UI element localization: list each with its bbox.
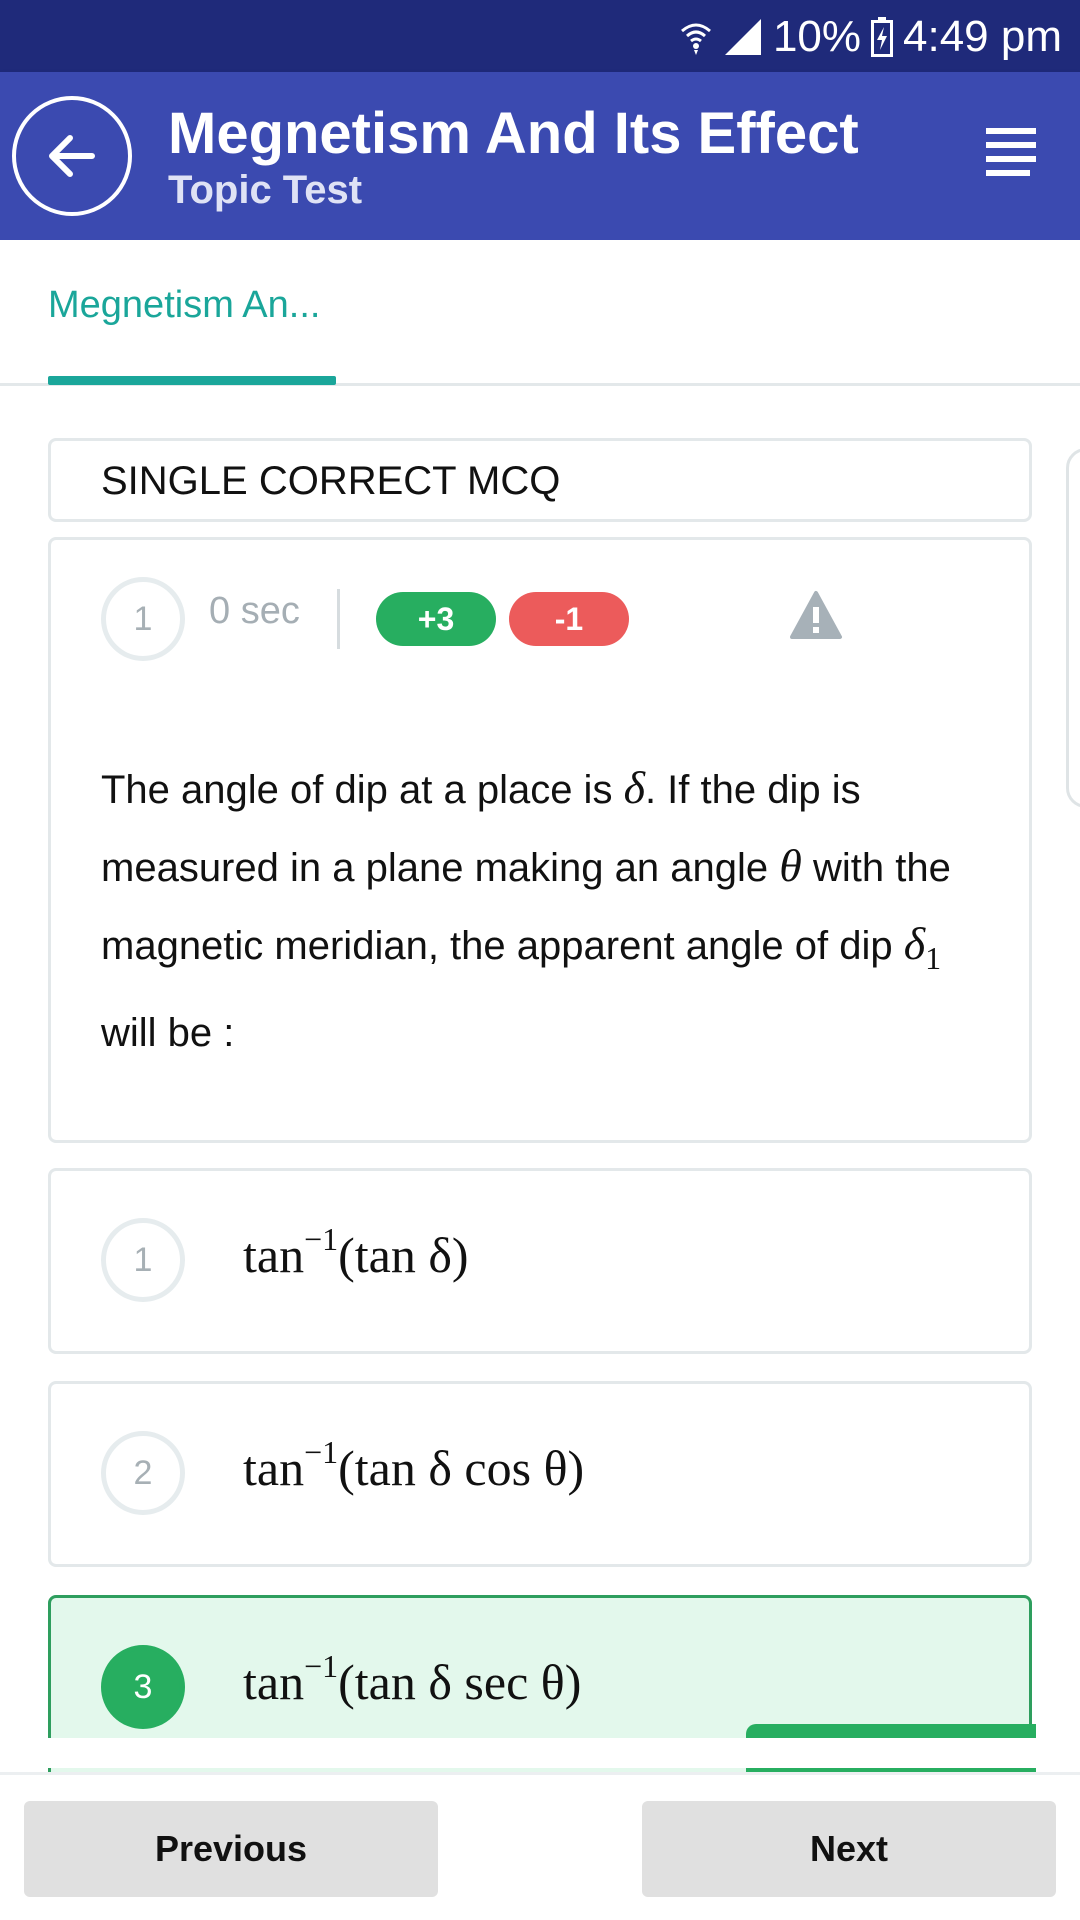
formula-arg: (tan δ sec θ): [338, 1654, 582, 1710]
section-header: SINGLE CORRECT MCQ: [48, 438, 1032, 522]
battery-level: 10%: [772, 12, 862, 61]
positive-marks-badge: +3: [376, 592, 496, 646]
formula-arg: (tan δ): [338, 1227, 469, 1283]
section-tabs: Megnetism An...: [0, 240, 1080, 386]
divider: [337, 589, 340, 649]
wifi-icon: [679, 17, 713, 57]
negative-marks-badge: -1: [509, 592, 629, 646]
question-text: The angle of dip at a place is δ. If the…: [101, 750, 971, 1071]
delta1-symbol: δ: [903, 918, 926, 969]
battery-charging-icon: [871, 17, 894, 57]
question-number: 1: [101, 577, 185, 661]
bottom-navigation: Previous Next: [0, 1772, 1080, 1920]
question-timer: 0 sec: [209, 590, 300, 632]
option-1[interactable]: 1 tan−1(tan δ): [48, 1168, 1032, 1354]
signal-icon: [723, 17, 763, 57]
option-number: 1: [101, 1218, 185, 1302]
section-label: SINGLE CORRECT MCQ: [101, 459, 561, 503]
delta-symbol: δ: [623, 762, 645, 813]
formula-fn: tan: [243, 1440, 305, 1496]
option-formula: tan−1(tan δ sec θ): [243, 1648, 581, 1711]
question-text-part: The angle of dip at a place is: [101, 768, 624, 812]
previous-button[interactable]: Previous: [24, 1801, 438, 1897]
back-button[interactable]: [12, 96, 132, 216]
tab-indicator: [48, 376, 336, 385]
option-2[interactable]: 2 tan−1(tan δ cos θ): [48, 1381, 1032, 1567]
clock: 4:49 pm: [903, 12, 1062, 61]
menu-button[interactable]: [980, 122, 1042, 184]
question-card: 1 0 sec +3 -1 The angle of dip at a plac…: [48, 537, 1032, 1143]
formula-fn: tan: [243, 1227, 305, 1283]
option-formula: tan−1(tan δ): [243, 1221, 469, 1284]
page-subtitle: Topic Test: [168, 168, 363, 212]
app-bar: Megnetism And Its Effect Topic Test: [0, 72, 1080, 240]
formula-exponent: −1: [304, 1648, 339, 1684]
tab-megnetism[interactable]: Megnetism An...: [48, 284, 320, 327]
report-button[interactable]: [789, 590, 843, 640]
formula-exponent: −1: [304, 1221, 339, 1257]
formula-arg: (tan δ cos θ): [338, 1440, 585, 1496]
formula-fn: tan: [243, 1654, 305, 1710]
page-title: Megnetism And Its Effect: [168, 101, 859, 166]
option-number: 3: [101, 1645, 185, 1729]
warning-icon: [790, 591, 842, 639]
question-text-part: will be :: [101, 1011, 235, 1055]
delta1-subscript: 1: [925, 940, 942, 976]
menu-icon: [986, 128, 1036, 176]
next-button[interactable]: Next: [642, 1801, 1056, 1897]
content-clip: [0, 1738, 1080, 1768]
option-formula: tan−1(tan δ cos θ): [243, 1434, 584, 1497]
status-bar: 10% 4:49 pm: [0, 0, 1080, 72]
status-indicators: 10% 4:49 pm: [679, 12, 1062, 62]
question-palette-handle[interactable]: [1066, 448, 1080, 808]
option-number: 2: [101, 1431, 185, 1515]
formula-exponent: −1: [304, 1434, 339, 1470]
back-arrow-icon: [49, 135, 95, 177]
theta-symbol: θ: [779, 840, 802, 891]
